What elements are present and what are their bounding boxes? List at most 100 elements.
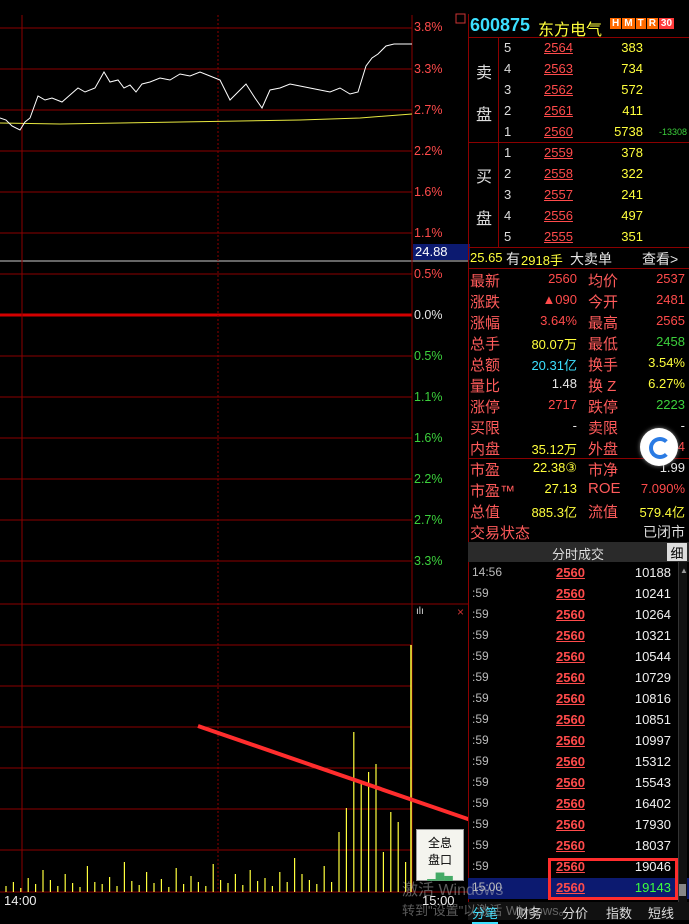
level: 4 — [504, 61, 512, 76]
tick-row[interactable]: :59 2560 16402 — [468, 794, 689, 815]
ticks-scrollbar[interactable]: ▲ — [678, 562, 688, 902]
badge-t[interactable]: T — [635, 18, 646, 29]
badge-m[interactable]: M — [622, 18, 635, 29]
tick-price: 2560 — [556, 691, 585, 706]
tick-price: 2560 — [556, 586, 585, 601]
value: ▲090 — [542, 292, 577, 307]
buy-level-1[interactable]: 1 2559 378 — [468, 143, 689, 164]
tab-index[interactable]: 指数 — [606, 903, 632, 922]
watermark-line1: 激活 Windows — [402, 882, 504, 899]
sell-level-1[interactable]: 1 2560 5738 -13308 — [468, 122, 689, 143]
tick-price: 2560 — [556, 817, 585, 832]
tick-row[interactable]: 14:56 2560 10188 — [468, 563, 689, 584]
stock-code: 600875 — [470, 15, 531, 35]
big-order-price: 25.65 — [470, 250, 503, 265]
label: 卖限 — [588, 420, 619, 437]
price: 2564 — [544, 40, 573, 55]
label: 市盈 — [470, 462, 501, 479]
tick-price: 2560 — [556, 565, 585, 580]
buy-level-3[interactable]: 3 2557 241 — [468, 185, 689, 206]
tick-price: 2560 — [556, 628, 585, 643]
scroll-thumb[interactable] — [679, 884, 686, 896]
big-order-bar[interactable]: 25.65 有 2918手 大卖单 查看> — [468, 248, 689, 269]
ticks-title: 分时成交 — [552, 547, 605, 562]
volume-change: -13308 — [658, 127, 687, 137]
tick-row[interactable]: :59 2560 10816 — [468, 689, 689, 710]
tick-row[interactable]: :59 2560 15312 — [468, 752, 689, 773]
level: 1 — [504, 145, 512, 160]
value: 2717 — [548, 397, 577, 412]
tick-row[interactable]: :59 2560 10544 — [468, 647, 689, 668]
intraday-chart[interactable]: × 3.8% 3.3% 2.7% 2.2% 1.6% 1.1% 24.88 0.… — [0, 0, 470, 920]
value: 4 — [677, 439, 685, 454]
tick-row[interactable]: :59 2560 10729 — [468, 668, 689, 689]
level: 1 — [504, 124, 512, 139]
pct-label: 1.6% — [414, 431, 443, 445]
watermark-line2: 转到"设置"以激活 Windows。 — [402, 903, 572, 918]
pct-label: 1.6% — [414, 185, 443, 199]
price: 2562 — [544, 82, 573, 97]
tick-time: :59 — [472, 817, 489, 831]
maximize-icon[interactable] — [455, 13, 466, 24]
tick-volume: 10816 — [634, 691, 671, 706]
value: 22.38③ — [532, 460, 577, 475]
buy-level-5[interactable]: 5 2555 351 — [468, 227, 689, 248]
tick-row[interactable]: :59 2560 10241 — [468, 584, 689, 605]
tick-volume: 10851 — [634, 712, 671, 727]
tick-time: :59 — [472, 733, 489, 747]
price: 2560 — [544, 124, 573, 139]
sell-level-3[interactable]: 3 2562 572 — [468, 80, 689, 101]
level: 2 — [504, 103, 512, 118]
view-link[interactable]: 查看> — [642, 249, 678, 269]
volume-icon[interactable]: ılı — [416, 606, 424, 617]
tick-price: 2560 — [556, 775, 585, 790]
assistant-float-button[interactable] — [640, 428, 678, 466]
quote-panel: 600875 东方电气 H M T R 30 卖 盘 5 2564 383 4 256… — [468, 0, 689, 924]
volume: 411 — [622, 103, 643, 118]
badge-h[interactable]: H — [610, 18, 622, 29]
tab-shortline[interactable]: 短线 — [648, 903, 674, 922]
tick-row[interactable]: :59 2560 10321 — [468, 626, 689, 647]
label: 换手 — [588, 357, 619, 374]
tick-row[interactable]: :59 2560 10851 — [468, 710, 689, 731]
tick-time: :59 — [472, 670, 489, 684]
volume: 572 — [621, 82, 643, 97]
level: 4 — [504, 208, 512, 223]
sell-level-5[interactable]: 5 2564 383 — [468, 38, 689, 59]
tick-time: :59 — [472, 712, 489, 726]
pct-label: 0.0% — [414, 308, 443, 322]
quote-row: 总额 20.31亿 换手 3.54% — [468, 353, 689, 374]
tick-volume: 10544 — [634, 649, 671, 664]
big-order-qty: 2918手 — [521, 253, 563, 268]
badge-30[interactable]: 30 — [658, 18, 675, 29]
valuation-row: 总值 885.3亿 流值 579.4亿 — [468, 500, 689, 521]
value: 27.13 — [544, 481, 577, 496]
tick-row[interactable]: :59 2560 10997 — [468, 731, 689, 752]
info-panel-button[interactable]: 全息 盘口 ▁▅▃ — [416, 829, 464, 881]
price: 2558 — [544, 166, 573, 181]
quote-row: 总手 80.07万 最低 2458 — [468, 332, 689, 353]
label: 今开 — [588, 294, 619, 311]
tick-row[interactable]: :59 2560 15543 — [468, 773, 689, 794]
value: 579.4亿 — [639, 505, 685, 520]
tick-time: :59 — [472, 796, 489, 810]
tick-row[interactable]: :59 2560 17930 — [468, 815, 689, 836]
tick-time: :59 — [472, 754, 489, 768]
tick-price: 2560 — [556, 796, 585, 811]
label: 买限 — [470, 420, 501, 437]
scroll-up-icon[interactable]: ▲ — [680, 566, 688, 575]
chart-canvas: × — [0, 13, 468, 893]
sell-level-4[interactable]: 4 2563 734 — [468, 59, 689, 80]
value: 2481 — [656, 292, 685, 307]
buy-level-2[interactable]: 2 2558 322 — [468, 164, 689, 185]
close-icon[interactable]: × — [457, 605, 464, 619]
tick-volume: 10997 — [634, 733, 671, 748]
tick-volume: 17930 — [634, 817, 671, 832]
detail-button[interactable]: 细 — [667, 543, 687, 561]
tick-row[interactable]: :59 2560 10264 — [468, 605, 689, 626]
badge-r[interactable]: R — [646, 18, 658, 29]
buy-level-4[interactable]: 4 2556 497 — [468, 206, 689, 227]
tick-row[interactable]: :59 2560 18037 — [468, 836, 689, 857]
sell-level-2[interactable]: 2 2561 411 — [468, 101, 689, 122]
value: 2560 — [548, 271, 577, 286]
